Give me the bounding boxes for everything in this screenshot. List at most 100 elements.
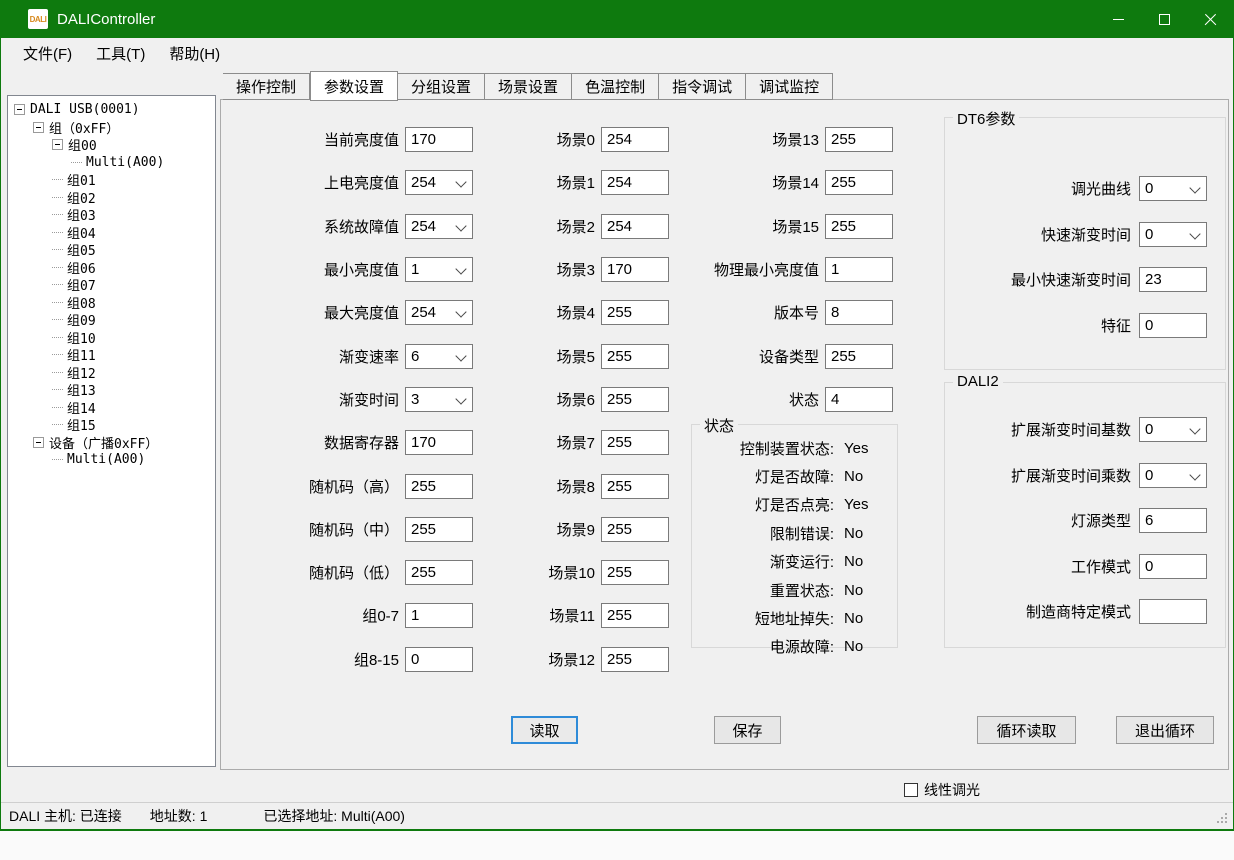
field-input[interactable] [601, 474, 669, 499]
field-input[interactable] [405, 517, 473, 542]
field-input[interactable] [1139, 463, 1207, 488]
tree-item[interactable]: 组12 [8, 364, 215, 382]
field-value[interactable] [1140, 268, 1206, 291]
resize-grip[interactable] [1225, 821, 1227, 823]
field-input[interactable] [601, 603, 669, 628]
field-value[interactable] [826, 171, 892, 194]
tree-item[interactable]: DALI USB(0001) [8, 101, 215, 119]
field-input[interactable] [405, 300, 473, 325]
field-value[interactable] [406, 604, 472, 627]
tree-item[interactable]: 组06 [8, 259, 215, 277]
field-value[interactable] [406, 345, 472, 368]
maximize-button[interactable] [1141, 0, 1187, 38]
tree-item[interactable]: 组07 [8, 276, 215, 294]
expand-collapse-icon[interactable] [52, 337, 63, 338]
field-value[interactable] [602, 648, 668, 671]
field-value[interactable] [602, 604, 668, 627]
field-input[interactable] [1139, 313, 1207, 338]
close-button[interactable] [1187, 0, 1233, 38]
tree-item[interactable]: 组15 [8, 416, 215, 434]
field-value[interactable] [406, 171, 472, 194]
loop-read-button[interactable]: 循环读取 [977, 716, 1076, 744]
field-input[interactable] [405, 127, 473, 152]
tab[interactable]: 色温控制 [572, 73, 659, 100]
field-input[interactable] [601, 647, 669, 672]
tree-item[interactable]: 组11 [8, 346, 215, 364]
tab[interactable]: 操作控制 [223, 73, 310, 100]
expand-collapse-icon[interactable] [52, 139, 63, 150]
expand-collapse-icon[interactable] [52, 232, 63, 233]
menu-item[interactable]: 文件(F) [11, 38, 84, 69]
expand-collapse-icon[interactable] [52, 372, 63, 373]
field-value[interactable] [406, 128, 472, 151]
expand-collapse-icon[interactable] [52, 302, 63, 303]
field-value[interactable] [406, 431, 472, 454]
expand-collapse-icon[interactable] [52, 267, 63, 268]
field-value[interactable] [602, 518, 668, 541]
field-value[interactable] [602, 128, 668, 151]
field-value[interactable] [602, 345, 668, 368]
field-input[interactable] [825, 170, 893, 195]
field-input[interactable] [1139, 267, 1207, 292]
expand-collapse-icon[interactable] [33, 437, 44, 448]
field-value[interactable] [602, 431, 668, 454]
tree-item[interactable]: 组04 [8, 224, 215, 242]
field-input[interactable] [601, 387, 669, 412]
field-value[interactable] [1140, 509, 1206, 532]
tab[interactable]: 调试监控 [746, 73, 833, 100]
tree-item[interactable]: 组00 [8, 136, 215, 154]
expand-collapse-icon[interactable] [52, 354, 63, 355]
tree-item[interactable]: 组08 [8, 294, 215, 312]
field-value[interactable] [406, 388, 472, 411]
tree-item[interactable]: 组03 [8, 206, 215, 224]
save-button[interactable]: 保存 [714, 716, 781, 744]
expand-collapse-icon[interactable] [52, 214, 63, 215]
field-value[interactable] [1140, 600, 1206, 623]
expand-collapse-icon[interactable] [52, 179, 63, 180]
menu-item[interactable]: 帮助(H) [157, 38, 232, 69]
tree-item[interactable]: 组05 [8, 241, 215, 259]
tab[interactable]: 指令调试 [659, 73, 746, 100]
field-value[interactable] [602, 561, 668, 584]
exit-loop-button[interactable]: 退出循环 [1116, 716, 1214, 744]
tab[interactable]: 参数设置 [310, 71, 398, 101]
field-input[interactable] [405, 430, 473, 455]
field-input[interactable] [405, 603, 473, 628]
field-value[interactable] [1140, 314, 1206, 337]
field-input[interactable] [825, 300, 893, 325]
menu-item[interactable]: 工具(T) [84, 38, 157, 69]
field-value[interactable] [602, 475, 668, 498]
expand-collapse-icon[interactable] [52, 407, 63, 408]
field-value[interactable] [406, 215, 472, 238]
field-input[interactable] [601, 344, 669, 369]
field-value[interactable] [1140, 464, 1206, 487]
expand-collapse-icon[interactable] [52, 197, 63, 198]
field-input[interactable] [601, 257, 669, 282]
field-input[interactable] [405, 474, 473, 499]
field-value[interactable] [602, 171, 668, 194]
field-value[interactable] [406, 301, 472, 324]
field-value[interactable] [406, 561, 472, 584]
expand-collapse-icon[interactable] [52, 424, 63, 425]
field-value[interactable] [826, 388, 892, 411]
field-input[interactable] [1139, 417, 1207, 442]
field-value[interactable] [406, 258, 472, 281]
field-value[interactable] [826, 301, 892, 324]
field-value[interactable] [602, 388, 668, 411]
field-value[interactable] [602, 301, 668, 324]
field-input[interactable] [405, 257, 473, 282]
field-input[interactable] [601, 300, 669, 325]
field-input[interactable] [825, 214, 893, 239]
linear-dimming-checkbox[interactable]: 线性调光 [904, 780, 980, 800]
expand-collapse-icon[interactable] [52, 389, 63, 390]
field-value[interactable] [602, 215, 668, 238]
field-input[interactable] [405, 214, 473, 239]
field-value[interactable] [1140, 177, 1206, 200]
field-value[interactable] [826, 215, 892, 238]
field-value[interactable] [826, 258, 892, 281]
field-input[interactable] [601, 127, 669, 152]
expand-collapse-icon[interactable] [52, 319, 63, 320]
field-value[interactable] [826, 345, 892, 368]
field-input[interactable] [405, 170, 473, 195]
tree-item[interactable]: 组14 [8, 399, 215, 417]
